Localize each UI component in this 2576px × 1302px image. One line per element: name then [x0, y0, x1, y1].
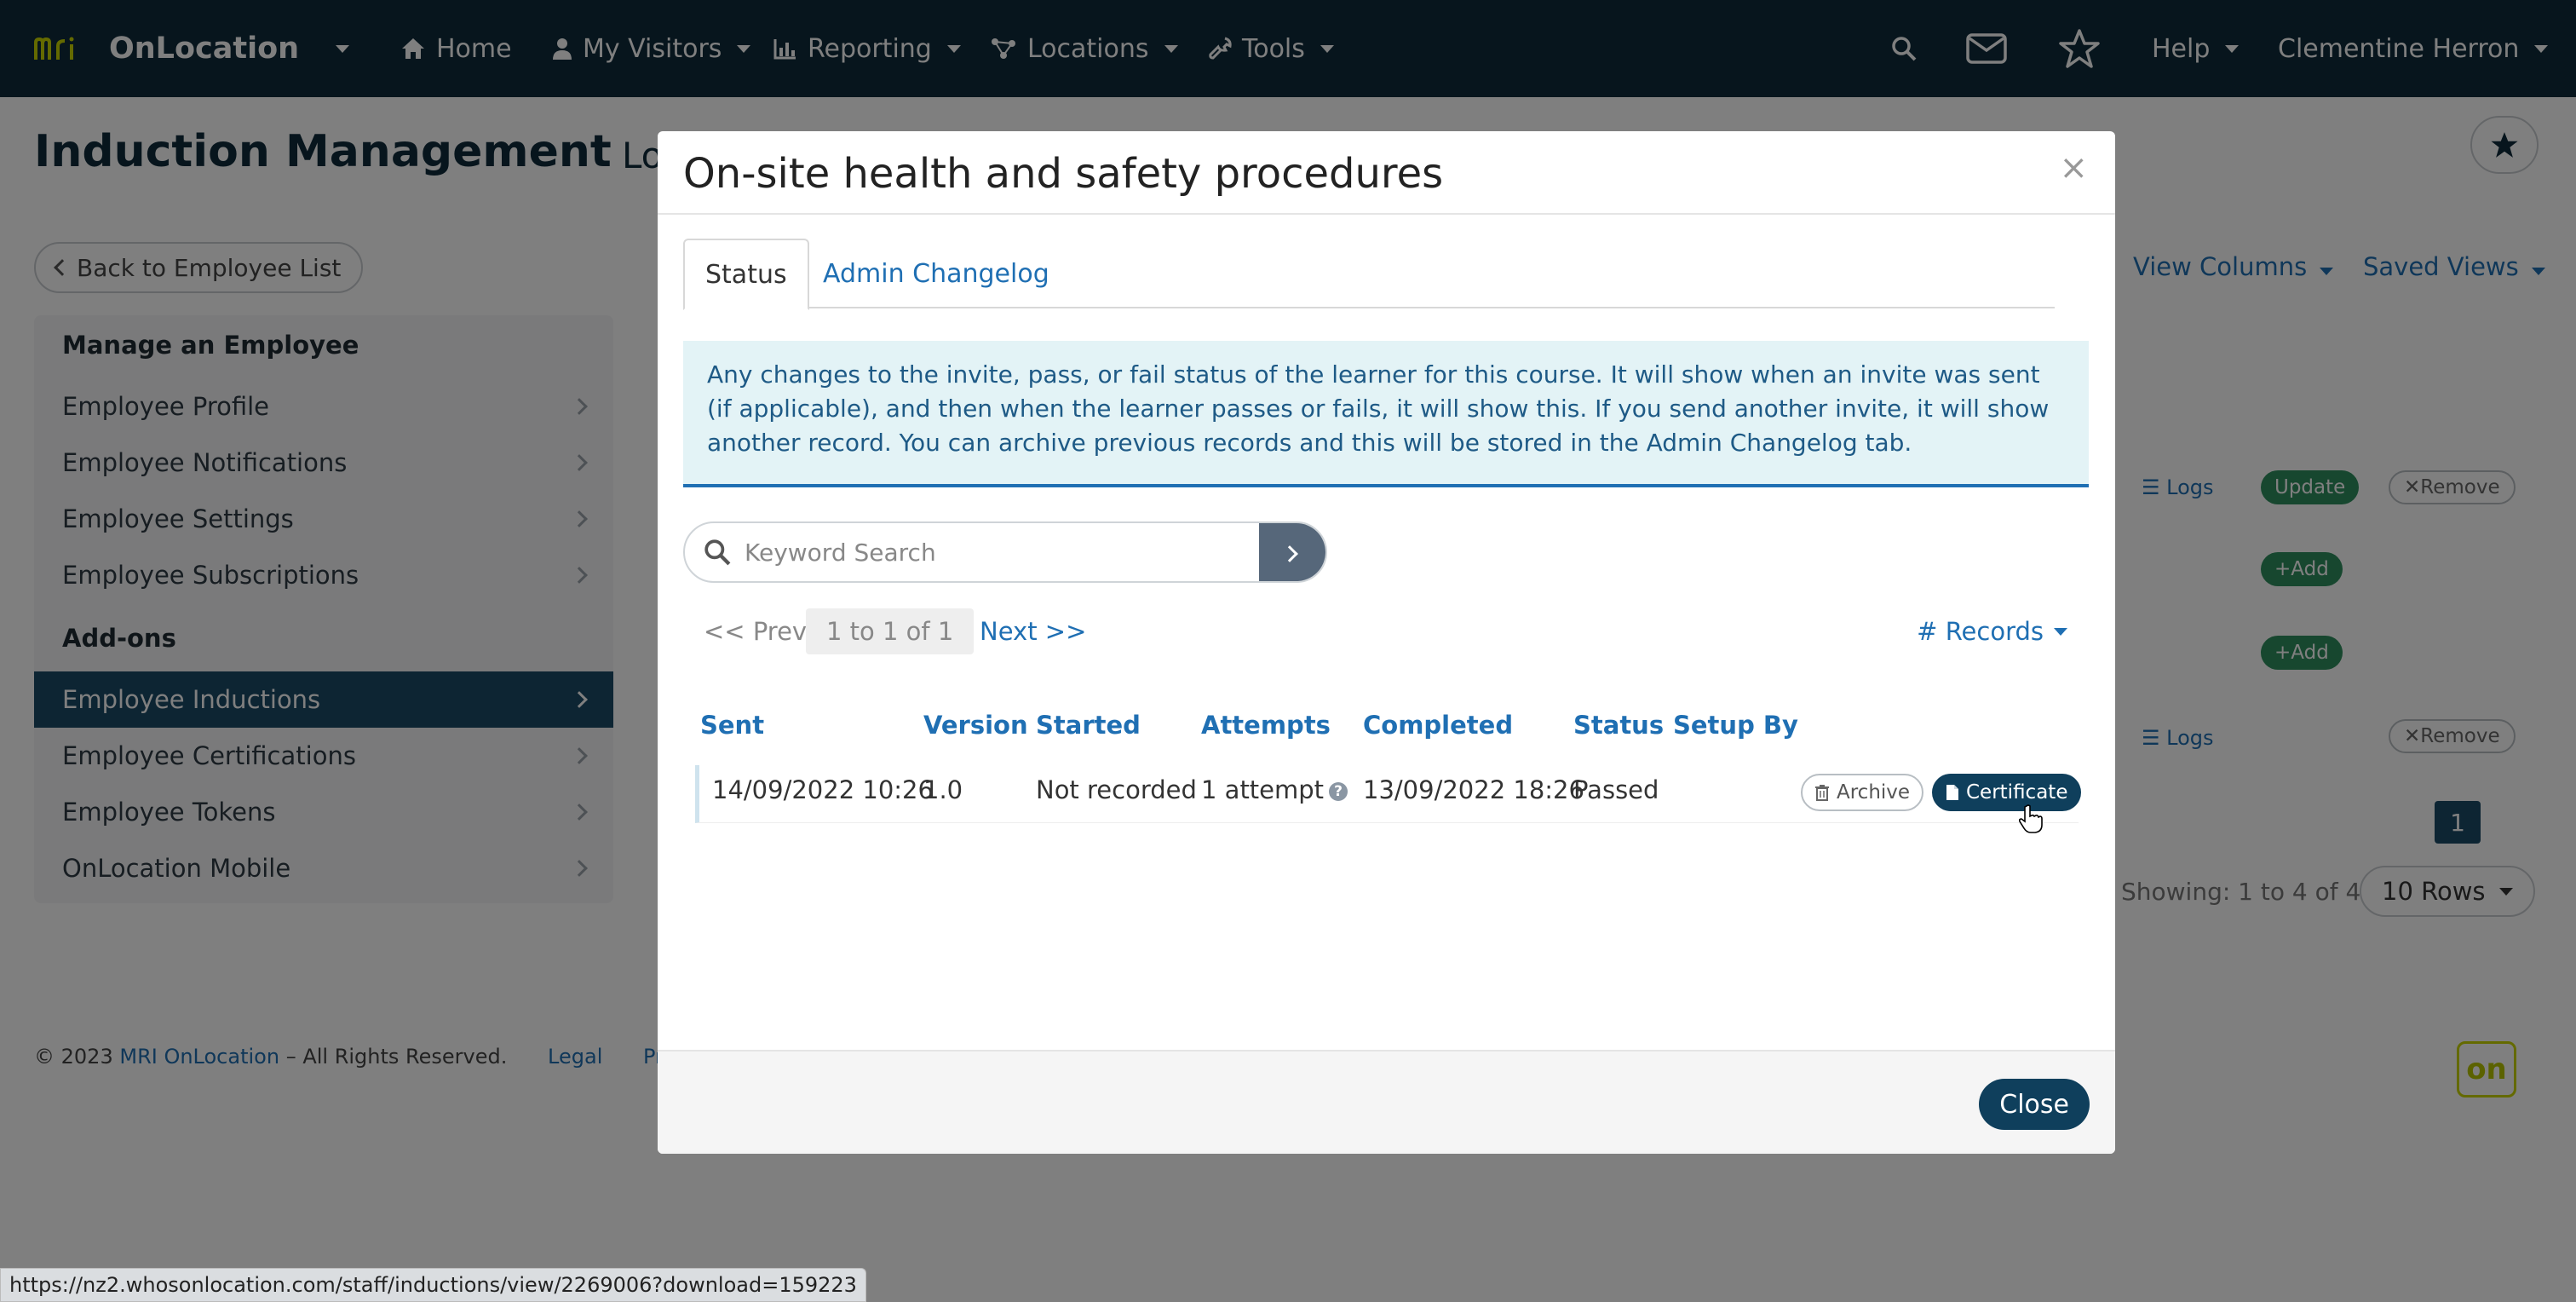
modal-title: On-site health and safety procedures	[683, 150, 1444, 198]
question-circle-icon[interactable]: ?	[1329, 782, 1348, 801]
keyword-search	[683, 521, 1327, 583]
browser-status-url: https://nz2.whosonlocation.com/staff/ind…	[0, 1268, 866, 1302]
column-header-sent[interactable]: Sent	[700, 711, 764, 740]
hand-pointer-cursor-icon	[2019, 804, 2043, 833]
chevron-down-icon	[2054, 627, 2067, 636]
trash-icon	[1815, 785, 1829, 801]
document-icon	[1946, 785, 1958, 800]
archive-label: Archive	[1837, 781, 1911, 804]
column-header-version[interactable]: Version	[923, 711, 1028, 740]
modal-footer: Close	[658, 1050, 2115, 1154]
records-label: # Records	[1917, 617, 2044, 646]
cell-version: 1.0	[923, 775, 963, 804]
records-per-page-dropdown[interactable]: # Records	[1917, 617, 2067, 646]
certificate-label: Certificate	[1966, 781, 2068, 804]
search-icon	[704, 539, 731, 566]
keyword-search-input[interactable]	[745, 532, 1239, 573]
cell-sent: 14/09/2022 10:26	[712, 775, 934, 804]
attempts-value: 1 attempt	[1201, 775, 1325, 804]
close-modal-button[interactable]: Close	[1979, 1079, 2090, 1130]
column-header-setup-by[interactable]: Setup By	[1673, 711, 1798, 740]
search-submit-button[interactable]	[1259, 523, 1325, 581]
induction-status-modal: On-site health and safety procedures × S…	[658, 131, 2115, 1154]
cell-started: Not recorded	[1036, 775, 1197, 804]
cell-completed: 13/09/2022 18:26	[1363, 775, 1584, 804]
column-header-status[interactable]: Status	[1573, 711, 1664, 740]
certificate-button[interactable]: Certificate	[1932, 774, 2082, 811]
pager-range: 1 to 1 of 1	[806, 608, 975, 654]
modal-tabs: Status Admin Changelog	[683, 239, 2055, 310]
column-header-attempts[interactable]: Attempts	[1201, 711, 1331, 740]
cell-attempts: 1 attempt?	[1201, 775, 1348, 804]
modal-close-x-button[interactable]: ×	[2059, 148, 2088, 187]
chevron-right-icon	[1281, 545, 1298, 562]
pager-prev-link[interactable]: << Prev	[704, 608, 807, 654]
pager-next-link[interactable]: Next >>	[980, 608, 1086, 654]
cell-status: Passed	[1573, 775, 1659, 804]
column-header-started[interactable]: Started	[1036, 711, 1141, 740]
tab-status[interactable]: Status	[683, 239, 809, 310]
column-header-completed[interactable]: Completed	[1363, 711, 1513, 740]
archive-button[interactable]: Archive	[1801, 774, 1924, 811]
info-alert: Any changes to the invite, pass, or fail…	[683, 341, 2089, 487]
modal-header: On-site health and safety procedures ×	[658, 131, 2115, 215]
tab-admin-changelog[interactable]: Admin Changelog	[802, 239, 1070, 308]
